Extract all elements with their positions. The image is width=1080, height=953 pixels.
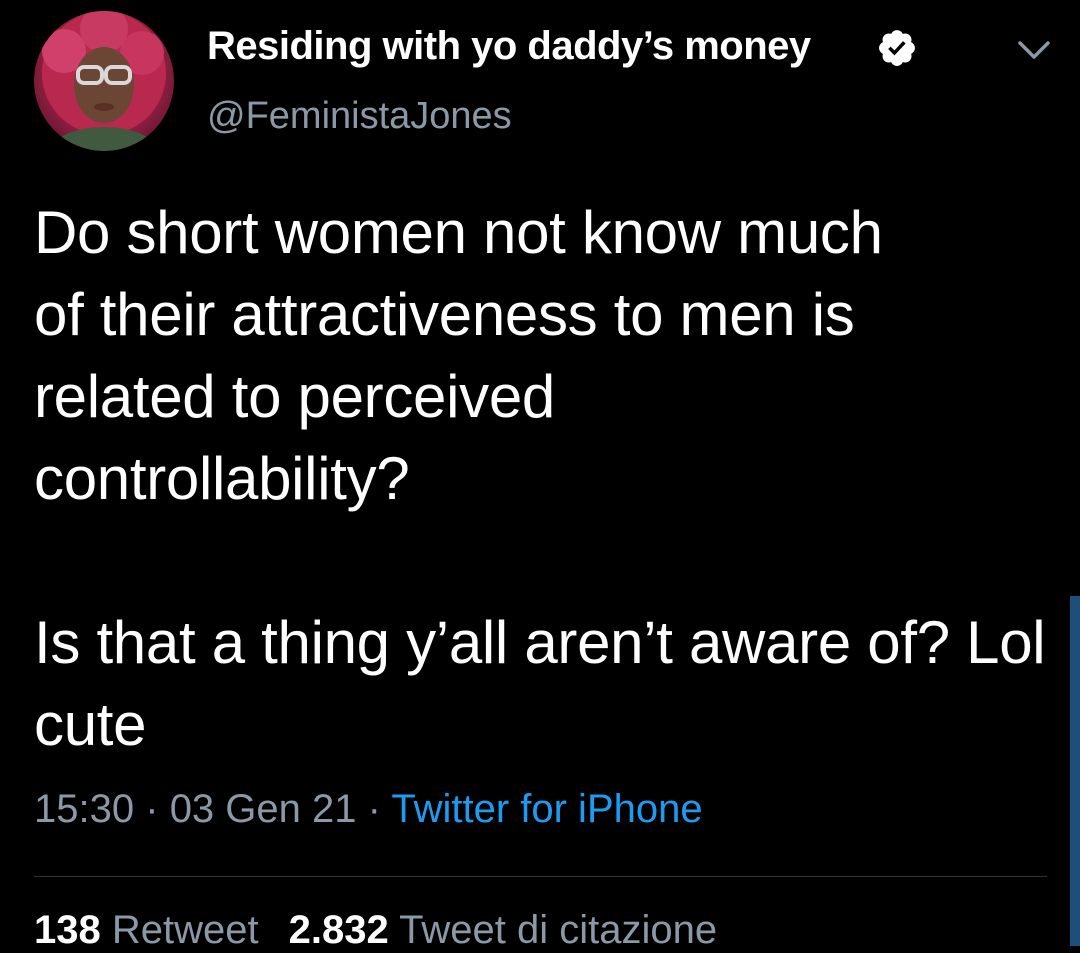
separator-dot: ·	[145, 787, 159, 831]
tweet-stats: 138 Retweet 2.832 Tweet di citazione	[34, 908, 717, 953]
tweet-text: Do short women not know much of their at…	[34, 192, 1054, 766]
retweets-stat[interactable]: 138 Retweet	[34, 908, 259, 952]
author-display-name[interactable]: Residing with yo daddy’s money	[207, 24, 811, 69]
profile-photo-icon	[42, 11, 166, 151]
quotes-label: Tweet di citazione	[399, 908, 718, 952]
separator-dot: ·	[367, 787, 381, 831]
author-handle[interactable]: @FeministaJones	[207, 95, 512, 138]
retweets-count: 138	[34, 908, 101, 952]
tweet-paragraph: Is that a thing y’all aren’t aware of? L…	[34, 609, 1046, 758]
chevron-down-icon[interactable]	[1014, 36, 1054, 64]
avatar[interactable]	[34, 11, 174, 151]
verified-badge-icon	[879, 30, 915, 66]
tweet-detail: Residing with yo daddy’s money @Feminist…	[0, 0, 1080, 952]
tweet-metadata: 15:30 · 03 Gen 21 · Twitter for iPhone	[34, 787, 703, 832]
retweets-label: Retweet	[111, 908, 259, 952]
tweet-time[interactable]: 15:30	[34, 787, 134, 831]
tweet-date[interactable]: 03 Gen 21	[170, 787, 357, 831]
quotes-stat[interactable]: 2.832 Tweet di citazione	[289, 908, 717, 952]
divider	[34, 876, 1047, 877]
tweet-paragraph: Do short women not know much of their at…	[34, 199, 883, 512]
tweet-source-link[interactable]: Twitter for iPhone	[391, 787, 702, 831]
quotes-count: 2.832	[288, 908, 389, 952]
scrollbar[interactable]	[1070, 596, 1080, 946]
